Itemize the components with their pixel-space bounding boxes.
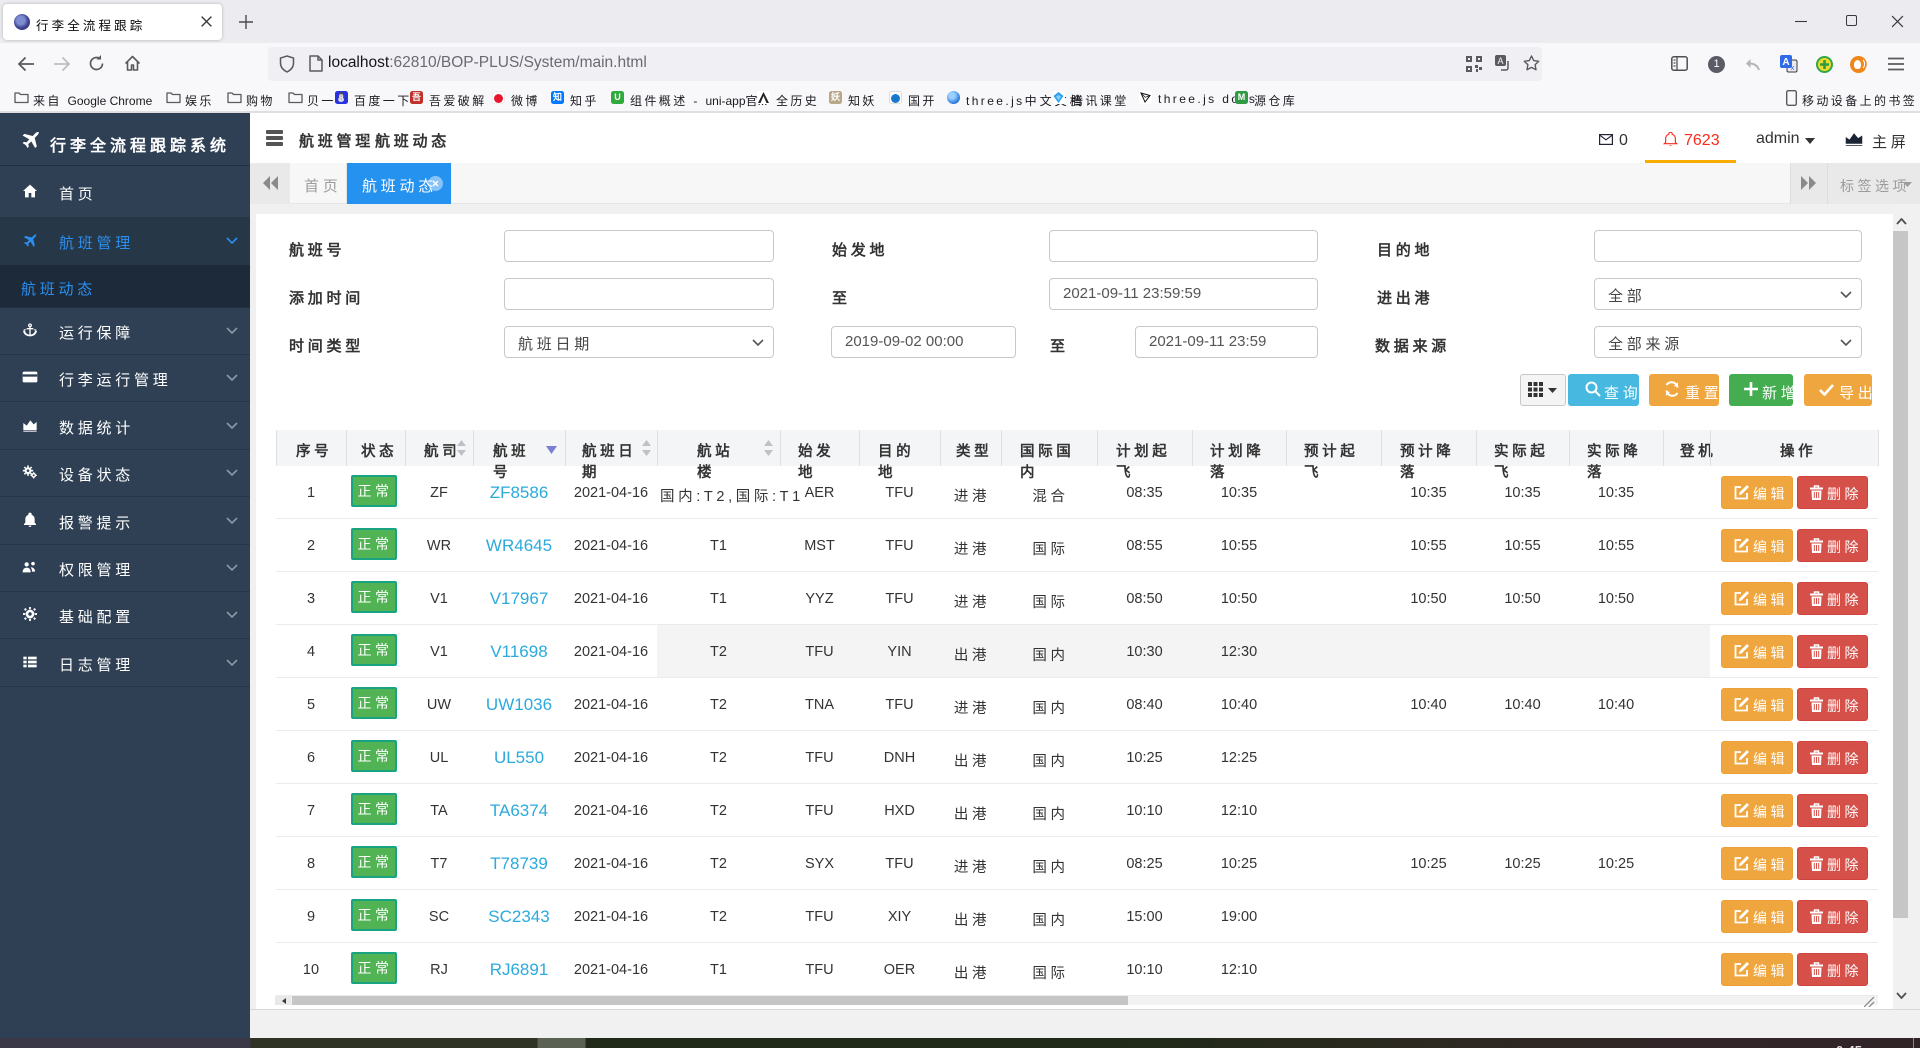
svg-text:A: A: [1497, 56, 1503, 66]
svg-text:A: A: [1782, 57, 1789, 68]
svg-text:x: x: [1791, 65, 1795, 72]
